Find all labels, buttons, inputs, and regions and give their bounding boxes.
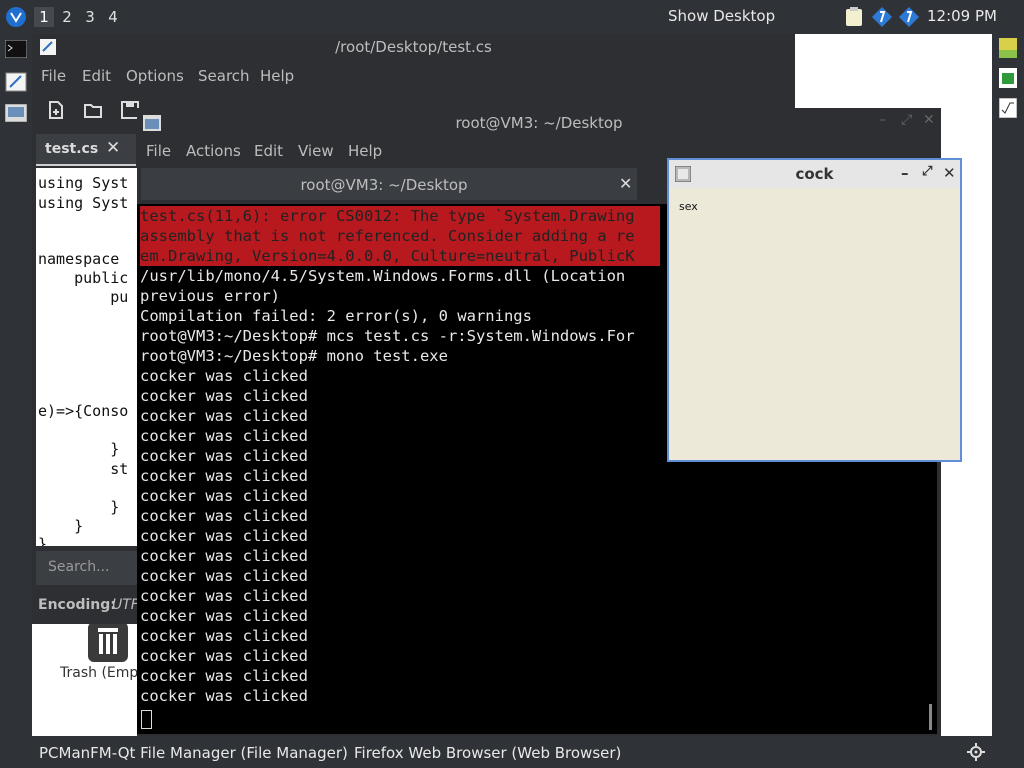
form-title: cock — [795, 165, 834, 183]
form-maximize-icon[interactable]: ⤢ — [922, 164, 932, 179]
start-menu-icon[interactable] — [4, 5, 28, 29]
terminal-line: root@VM3:~/Desktop# mono test.exe — [140, 347, 448, 365]
code-line: using Syst — [38, 194, 129, 212]
terminal-line: cocker was clicked — [140, 387, 308, 405]
workspace-4[interactable]: 4 — [103, 7, 123, 27]
terminal-line: /usr/lib/mono/4.5/System.Windows.Forms.d… — [140, 267, 626, 285]
settings-gear-icon[interactable] — [967, 743, 985, 765]
editor-titlebar[interactable]: /root/Desktop/test.cs — [32, 34, 795, 60]
terminal-line: cocker was clicked — [140, 427, 308, 445]
terminal-line: cocker was clicked — [140, 567, 308, 585]
terminal-launcher-icon[interactable] — [4, 39, 28, 60]
update-tray-icon[interactable] — [898, 6, 920, 32]
text-editor-launcher-icon[interactable] — [5, 72, 27, 92]
terminal-tab-close-icon[interactable]: ✕ — [619, 174, 632, 193]
terminal-menu-edit[interactable]: Edit — [254, 142, 283, 160]
terminal-error-line: assembly that is not referenced. Conside… — [140, 226, 660, 246]
form-titlebar[interactable]: cock – ⤢ ✕ — [669, 160, 960, 188]
terminal-line: cocker was clicked — [140, 547, 308, 565]
terminal-tab[interactable]: root@VM3: ~/Desktop ✕ — [141, 168, 637, 200]
code-line: e)=>{Conso — [38, 402, 129, 420]
terminal-title: root@VM3: ~/Desktop — [455, 114, 623, 132]
spreadsheet-app-icon[interactable] — [999, 68, 1017, 92]
terminal-error-line: test.cs(11,6): error CS0012: The type `S… — [140, 206, 660, 226]
taskbar-item-firefox[interactable]: Firefox Web Browser (Web Browser) — [354, 744, 621, 762]
network-tray-icon[interactable] — [871, 6, 893, 32]
terminal-line: cocker was clicked — [140, 467, 308, 485]
code-line: } — [38, 517, 84, 535]
taskbar: PCManFM-Qt File Manager (File Manager) F… — [0, 736, 1024, 768]
terminal-line: previous error) — [140, 287, 280, 305]
terminal-scrollbar[interactable] — [929, 704, 932, 730]
editor-menu-file[interactable]: File — [41, 67, 66, 85]
terminal-menu-view[interactable]: View — [298, 142, 334, 160]
terminal-line: cocker was clicked — [140, 687, 308, 705]
right-desktop-strip — [992, 34, 1024, 736]
terminal-line: cocker was clicked — [140, 587, 308, 605]
terminal-line: cocker was clicked — [140, 607, 308, 625]
terminal-menu-help[interactable]: Help — [348, 142, 382, 160]
trash-icon[interactable] — [86, 622, 130, 662]
workspace-1[interactable]: 1 — [34, 7, 54, 27]
left-launcher-bar — [0, 34, 32, 736]
code-line: pu — [38, 288, 129, 306]
terminal-close-icon[interactable]: ✕ — [923, 112, 935, 128]
code-line: st — [38, 460, 129, 478]
code-line: namespace — [38, 250, 120, 268]
tab-test-cs[interactable]: test.cs ✕ — [36, 134, 136, 166]
tab-close-icon[interactable]: ✕ — [106, 138, 120, 158]
form-label: sex — [679, 200, 698, 213]
workspace-2[interactable]: 2 — [57, 7, 77, 27]
trash-label[interactable]: Trash (Emp — [60, 665, 138, 681]
encoding-value: UTF — [112, 597, 139, 613]
encoding-label: Encoding: — [38, 597, 116, 613]
terminal-minimize-icon[interactable]: – — [879, 112, 886, 128]
terminal-line: root@VM3:~/Desktop# mcs test.cs -r:Syste… — [140, 327, 635, 345]
code-line: } — [38, 440, 120, 458]
terminal-line: cocker was clicked — [140, 407, 308, 425]
code-line: using Syst — [38, 174, 129, 192]
top-panel: 1 2 3 4 Show Desktop 12:09 PM — [0, 0, 1024, 34]
search-placeholder: Search... — [48, 559, 110, 575]
qt-app-icon[interactable] — [999, 38, 1017, 62]
editor-title: /root/Desktop/test.cs — [335, 38, 492, 56]
show-desktop-button[interactable]: Show Desktop — [668, 7, 775, 25]
clipboard-tray-icon[interactable] — [845, 7, 863, 31]
terminal-line: cocker was clicked — [140, 627, 308, 645]
code-line: public — [38, 269, 129, 287]
terminal-line: cocker was clicked — [140, 667, 308, 685]
terminal-menu-actions[interactable]: Actions — [186, 142, 241, 160]
terminal-line: cocker was clicked — [140, 487, 308, 505]
taskbar-item-file-manager[interactable]: PCManFM-Qt File Manager (File Manager) — [39, 744, 348, 762]
terminal-line: cocker was clicked — [140, 367, 308, 385]
terminal-line: cocker was clicked — [140, 647, 308, 665]
math-app-icon[interactable] — [998, 97, 1018, 122]
workspace-3[interactable]: 3 — [80, 7, 100, 27]
file-manager-launcher-icon[interactable] — [4, 103, 28, 124]
terminal-line: cocker was clicked — [140, 507, 308, 525]
terminal-cursor — [141, 710, 152, 729]
terminal-titlebar[interactable]: root@VM3: ~/Desktop – ⤢ ✕ — [137, 108, 941, 136]
code-line: } — [38, 535, 48, 546]
editor-menu-options[interactable]: Options — [126, 67, 184, 85]
terminal-line: cocker was clicked — [140, 527, 308, 545]
clock[interactable]: 12:09 PM — [927, 7, 997, 25]
terminal-error-line: em.Drawing, Version=4.0.0.0, Culture=neu… — [140, 246, 660, 266]
new-file-icon[interactable] — [46, 100, 66, 124]
terminal-maximize-icon[interactable]: ⤢ — [901, 112, 912, 128]
terminal-menu-file[interactable]: File — [146, 142, 171, 160]
open-folder-icon[interactable] — [83, 100, 103, 124]
form-close-icon[interactable]: ✕ — [943, 164, 956, 182]
editor-menu-help[interactable]: Help — [260, 67, 294, 85]
terminal-line: cocker was clicked — [140, 447, 308, 465]
form-window: cock – ⤢ ✕ sex — [667, 158, 962, 462]
editor-menu-search[interactable]: Search — [198, 67, 250, 85]
terminal-tab-title: root@VM3: ~/Desktop — [300, 176, 468, 194]
tab-label: test.cs — [45, 141, 99, 157]
code-line: } — [38, 498, 120, 516]
form-minimize-icon[interactable]: – — [901, 164, 909, 182]
editor-menu-edit[interactable]: Edit — [82, 67, 111, 85]
terminal-line: Compilation failed: 2 error(s), 0 warnin… — [140, 307, 532, 325]
